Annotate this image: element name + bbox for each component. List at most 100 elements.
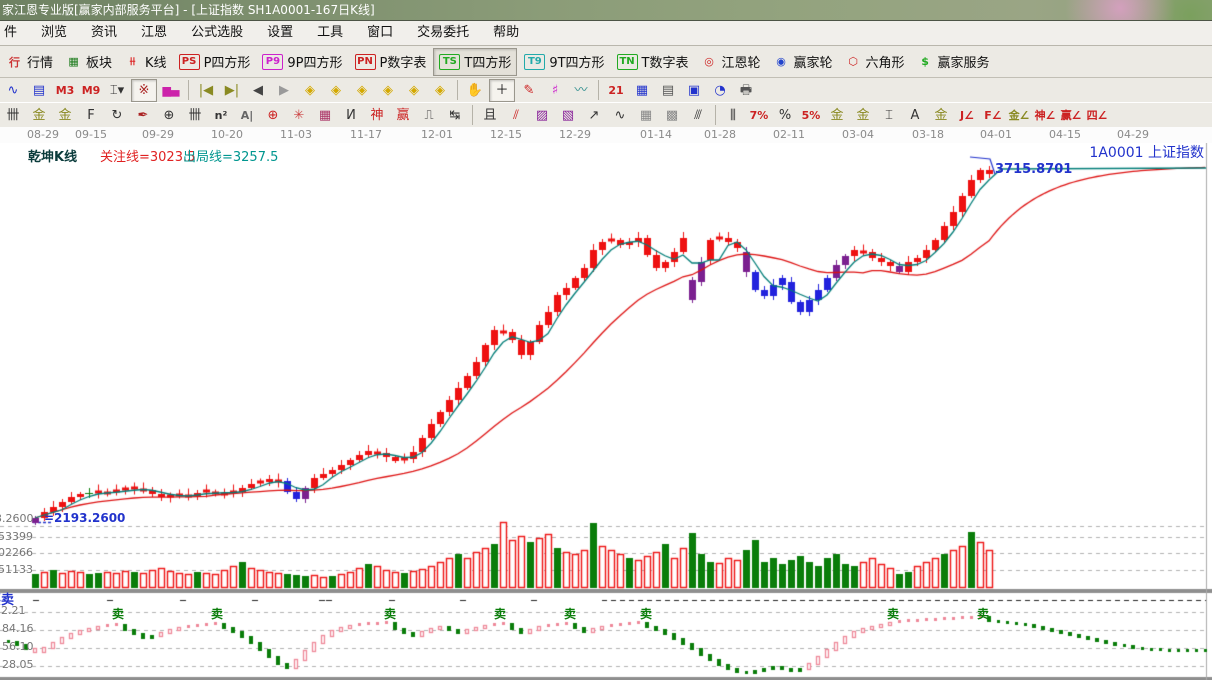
calendar-icon[interactable]: 21 xyxy=(604,80,628,101)
grid-dots-icon[interactable]: ▦ xyxy=(634,105,658,126)
chart-clock-icon[interactable]: ◔ xyxy=(708,80,732,101)
star-red-icon[interactable]: ✳ xyxy=(287,105,311,126)
fan-red-icon[interactable]: ⫽ xyxy=(504,105,528,126)
toolbar-button-P四方形[interactable]: PS P四方形 xyxy=(174,49,256,75)
browse-wave-icon[interactable]: ∿ xyxy=(1,80,25,101)
pattern-icon[interactable]: ※ xyxy=(131,78,157,102)
crosshair-icon[interactable]: ＋ xyxy=(489,78,515,102)
gold-circle-icon[interactable]: 金 xyxy=(825,105,849,126)
toolbar-button-赢家服务[interactable]: $ 赢家服务 xyxy=(912,49,995,75)
toolbar-button-六角形[interactable]: ⬡ 六角形 xyxy=(840,49,910,75)
diamond-v-icon[interactable]: ◈ xyxy=(402,80,426,101)
notes-icon[interactable]: ▤ xyxy=(656,80,680,101)
toolbar-button-9P四方形[interactable]: P9 9P四方形 xyxy=(257,49,347,75)
mirror-a-icon[interactable]: A| xyxy=(235,105,259,126)
n2-icon[interactable]: n² xyxy=(209,105,233,126)
kline-canvas[interactable] xyxy=(0,143,1212,680)
target-red-icon[interactable]: ⊕ xyxy=(261,105,285,126)
menu-item-8[interactable]: 交易委托 xyxy=(405,21,481,45)
gann-gold2-icon[interactable]: 金 xyxy=(53,105,77,126)
a-lines-icon[interactable]: A xyxy=(903,105,927,126)
zigzag-icon[interactable]: ∿ xyxy=(608,105,632,126)
scribble-icon[interactable]: 〰 xyxy=(569,80,593,101)
menu-item-4[interactable]: 公式选股 xyxy=(179,21,255,45)
si-angle-icon[interactable]: 四∠ xyxy=(1085,105,1109,126)
candle-pen-icon[interactable]: ⌶ xyxy=(877,105,901,126)
gate-icon[interactable]: 且 xyxy=(478,105,502,126)
wave-i-icon[interactable]: И xyxy=(339,105,363,126)
menu-item-6[interactable]: 工具 xyxy=(305,21,355,45)
toolbar-button-K线[interactable]: ⟊⟊ K线 xyxy=(119,49,172,75)
candle-type-icon[interactable]: ⌶▾ xyxy=(105,80,129,101)
toolbar-button-P数字表[interactable]: PN P数字表 xyxy=(350,49,432,75)
pct5-icon[interactable]: 5% xyxy=(799,105,823,126)
skip-start-icon[interactable]: |◀ xyxy=(194,80,218,101)
title-bar[interactable]: 家江恩专业版[赢家内部服务平台] - [上证指数 SH1A0001-167日K线… xyxy=(0,0,1212,21)
comb2-icon[interactable]: 卌 xyxy=(183,105,207,126)
menu-item-0[interactable]: 件 xyxy=(0,21,29,45)
gold-line-icon[interactable]: 金 xyxy=(851,105,875,126)
menu-item-9[interactable]: 帮助 xyxy=(481,21,531,45)
info-doc-icon[interactable]: ▤ xyxy=(27,80,51,101)
date-label: 04-01 xyxy=(980,128,1012,141)
bars-bracket-icon[interactable]: ⫼ xyxy=(721,105,745,126)
diamond-h-icon[interactable]: ◈ xyxy=(350,80,374,101)
histogram-icon[interactable]: ▆▄ xyxy=(159,80,183,101)
fan-box1-icon[interactable]: ▨ xyxy=(530,105,554,126)
parallel-icon[interactable]: ⫻ xyxy=(686,105,710,126)
ying-icon[interactable]: 赢 xyxy=(391,105,415,126)
print-icon[interactable]: 🖶 xyxy=(734,80,758,101)
spiral-icon[interactable]: ↻ xyxy=(105,105,129,126)
sell-signal-marker: 卖 xyxy=(976,607,990,621)
toolbar-button-板块[interactable]: ▦ 板块 xyxy=(60,49,117,75)
menu-item-2[interactable]: 资讯 xyxy=(79,21,129,45)
fibo-f-icon[interactable]: F xyxy=(79,105,103,126)
gold-tri-icon[interactable]: 金 xyxy=(929,105,953,126)
pct-icon[interactable]: % xyxy=(773,105,797,126)
f-angle-icon[interactable]: F∠ xyxy=(981,105,1005,126)
toolbar-button-行情[interactable]: 行行情 xyxy=(1,49,58,75)
toolbar-button-T数字表[interactable]: TN T数字表 xyxy=(612,49,694,75)
diamond-x-icon[interactable]: ◈ xyxy=(376,80,400,101)
diamond-all-icon[interactable]: ◈ xyxy=(428,80,452,101)
menu-item-3[interactable]: 江恩 xyxy=(129,21,179,45)
pct7-icon[interactable]: 7% xyxy=(747,105,771,126)
calculator-icon[interactable]: ▦ xyxy=(630,80,654,101)
fan-box2-icon[interactable]: ▧ xyxy=(556,105,580,126)
arrows-lr-icon[interactable]: ↹ xyxy=(443,105,467,126)
shen-angle-icon[interactable]: 神∠ xyxy=(1033,105,1057,126)
step-back-icon[interactable]: ◀ xyxy=(246,80,270,101)
clock-circle-icon[interactable]: ⊕ xyxy=(157,105,181,126)
shen-icon[interactable]: 神 xyxy=(365,105,389,126)
grid-arrow-icon[interactable]: ▩ xyxy=(660,105,684,126)
pen-tool-icon[interactable]: ✒ xyxy=(131,105,155,126)
comb-ruler-icon[interactable]: 卌 xyxy=(1,105,25,126)
j-angle-icon[interactable]: J∠ xyxy=(955,105,979,126)
ruler123-icon[interactable]: ⎍ xyxy=(417,105,441,126)
grid-red-icon[interactable]: ▦ xyxy=(313,105,337,126)
skip-end-icon[interactable]: ▶| xyxy=(220,80,244,101)
toolbar-button-江恩轮[interactable]: ◎ 江恩轮 xyxy=(696,49,766,75)
menu-item-7[interactable]: 窗口 xyxy=(355,21,405,45)
diamond-right-icon[interactable]: ◈ xyxy=(324,80,348,101)
toolbar-button-赢家轮[interactable]: ◉ 赢家轮 xyxy=(768,49,838,75)
chart-area[interactable]: 乾坤K线 关注线=3023.5 出局线=3257.5 1A0001 上证指数 3… xyxy=(0,143,1212,680)
menu-item-5[interactable]: 设置 xyxy=(255,21,305,45)
gold-angle-icon[interactable]: 金∠ xyxy=(1007,105,1031,126)
step-fwd-icon[interactable]: ▶ xyxy=(272,80,296,101)
toolbar-button-T四方形[interactable]: TS T四方形 xyxy=(433,47,518,76)
trend-arrow-icon[interactable]: ↗ xyxy=(582,105,606,126)
diamond-left-icon[interactable]: ◈ xyxy=(298,80,322,101)
sell-signal-marker: 卖 xyxy=(563,607,577,621)
toolbar-button-label: 9P四方形 xyxy=(287,56,343,71)
bars9-icon[interactable]: M9 xyxy=(79,80,103,101)
hand-icon[interactable]: ✋ xyxy=(463,80,487,101)
menu-item-1[interactable]: 浏览 xyxy=(29,21,79,45)
ying-angle-icon[interactable]: 赢∠ xyxy=(1059,105,1083,126)
save-icon[interactable]: ▣ xyxy=(682,80,706,101)
bars3-icon[interactable]: M3 xyxy=(53,80,77,101)
net-tool-icon[interactable]: ♯ xyxy=(543,80,567,101)
gann-gold1-icon[interactable]: 金 xyxy=(27,105,51,126)
toolbar-button-9T四方形[interactable]: T9 9T四方形 xyxy=(519,49,609,75)
angle-pen-icon[interactable]: ✎ xyxy=(517,80,541,101)
